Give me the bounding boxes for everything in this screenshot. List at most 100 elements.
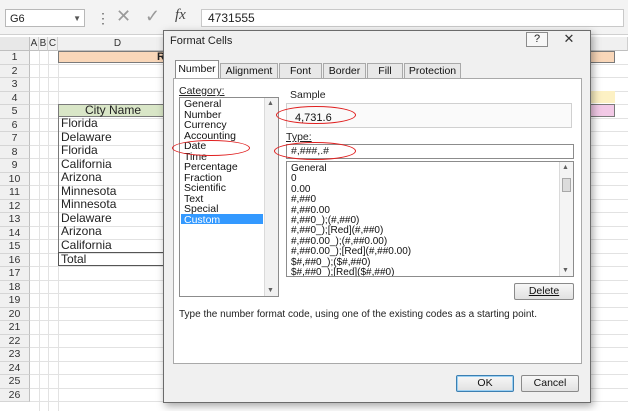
row-header[interactable]: 7 — [0, 132, 30, 146]
row-header[interactable]: 1 — [0, 51, 30, 65]
name-box[interactable]: G6 ▼ — [5, 9, 85, 27]
row-header[interactable]: 13 — [0, 213, 30, 227]
city-cell[interactable]: California — [58, 157, 168, 171]
tab-font[interactable]: Font — [279, 63, 322, 78]
insert-function-icon[interactable]: fx — [175, 7, 186, 24]
format-code-item[interactable]: General — [291, 163, 327, 174]
row-header[interactable]: 14 — [0, 226, 30, 240]
help-button[interactable]: ? — [526, 32, 548, 47]
format-cells-dialog: Format Cells ? ✕ Number Alignment Font B… — [163, 30, 591, 403]
row-header[interactable]: 9 — [0, 159, 30, 173]
city-cell[interactable]: Minnesota — [58, 184, 168, 198]
format-code-item[interactable]: #,##0.00 — [291, 205, 330, 216]
sample-label: Sample — [290, 89, 326, 101]
row-header[interactable]: 3 — [0, 78, 30, 92]
format-code-list[interactable]: General 0 0.00 #,##0 #,##0.00 #,##0_);(#,##0)… — [286, 161, 574, 277]
more-options-icon[interactable]: ⋮ — [96, 10, 110, 27]
cancel-button[interactable]: Cancel — [521, 375, 579, 392]
category-item[interactable]: Currency — [184, 120, 227, 131]
category-item[interactable]: Percentage — [184, 162, 238, 173]
format-code-item[interactable]: $#,##0_);($#,##0) — [291, 257, 371, 268]
category-item[interactable]: Custom — [184, 214, 220, 225]
row-header[interactable]: 23 — [0, 348, 30, 362]
row-header[interactable]: 19 — [0, 294, 30, 308]
format-hint: Type the number format code, using one o… — [179, 309, 537, 320]
scroll-thumb[interactable] — [562, 178, 571, 192]
city-cell[interactable]: Florida — [58, 117, 168, 131]
column-header-c[interactable]: C — [48, 37, 58, 51]
category-item[interactable]: General — [184, 99, 221, 110]
tab-protection[interactable]: Protection — [404, 63, 461, 78]
row-header[interactable]: 12 — [0, 199, 30, 213]
row-header[interactable]: 4 — [0, 91, 30, 105]
city-cell[interactable]: Minnesota — [58, 198, 168, 212]
annotation-ellipse-custom — [172, 140, 250, 156]
scroll-up-icon[interactable]: ▲ — [562, 164, 569, 171]
category-list[interactable]: General Number Currency Accounting Date Time P… — [179, 97, 279, 297]
row-header[interactable]: 22 — [0, 334, 30, 348]
row-header[interactable]: 17 — [0, 267, 30, 281]
grid-line — [39, 51, 40, 411]
row-header[interactable]: 21 — [0, 321, 30, 335]
row-header[interactable]: 8 — [0, 145, 30, 159]
name-box-value: G6 — [10, 13, 25, 25]
format-code-item[interactable]: 0 — [291, 173, 297, 184]
city-cell[interactable]: Florida — [58, 144, 168, 158]
annotation-ellipse-type — [274, 142, 356, 160]
row-header[interactable]: 24 — [0, 361, 30, 375]
category-item[interactable]: Scientific — [184, 183, 226, 194]
format-code-item[interactable]: 0.00 — [291, 184, 310, 195]
format-code-item[interactable]: #,##0.00_);[Red](#,##0.00) — [291, 246, 411, 257]
category-label: Category: — [179, 85, 225, 97]
column-header-b[interactable]: B — [39, 37, 48, 51]
tab-number[interactable]: Number — [175, 60, 219, 79]
scroll-down-icon[interactable]: ▼ — [267, 287, 274, 294]
city-cell[interactable]: Arizona — [58, 225, 168, 239]
chevron-down-icon[interactable]: ▼ — [73, 10, 81, 28]
row-header[interactable]: 26 — [0, 388, 30, 402]
close-button[interactable]: ✕ — [557, 32, 581, 47]
city-cell[interactable]: Delaware — [58, 130, 168, 144]
row-header[interactable]: 10 — [0, 172, 30, 186]
tab-border[interactable]: Border — [323, 63, 366, 78]
format-code-item[interactable]: #,##0 — [291, 194, 316, 205]
row-header[interactable]: 16 — [0, 253, 30, 267]
format-list-scrollbar[interactable]: ▲ ▼ — [559, 162, 573, 276]
dialog-title: Format Cells — [170, 35, 233, 47]
select-all-corner[interactable] — [0, 37, 30, 51]
row-header[interactable]: 25 — [0, 375, 30, 389]
report-title-cell[interactable]: R — [58, 51, 168, 63]
format-code-item[interactable]: #,##0_);[Red](#,##0) — [291, 225, 383, 236]
confirm-entry-icon[interactable]: ✓ — [145, 6, 160, 27]
column-header-d[interactable]: D — [58, 37, 178, 51]
category-scrollbar[interactable]: ▲ ▼ — [264, 98, 278, 296]
ok-button[interactable]: OK — [456, 375, 514, 392]
formula-input[interactable]: 4731555 — [201, 9, 624, 27]
format-code-item[interactable]: $#,##0_);[Red]($#,##0) — [291, 267, 394, 276]
grid-line — [48, 51, 49, 411]
city-cell[interactable]: Delaware — [58, 211, 168, 225]
format-code-item[interactable]: #,##0.00_);(#,##0.00) — [291, 236, 387, 247]
title-cell-edge — [590, 51, 615, 63]
delete-button[interactable]: Delete — [514, 283, 574, 300]
row-header[interactable]: 2 — [0, 64, 30, 78]
row-header[interactable]: 20 — [0, 307, 30, 321]
city-cell[interactable]: Arizona — [58, 171, 168, 185]
tab-fill[interactable]: Fill — [367, 63, 403, 78]
row-header[interactable]: 6 — [0, 118, 30, 132]
row-header[interactable]: 5 — [0, 105, 30, 119]
category-item[interactable]: Special — [184, 204, 218, 215]
city-cell[interactable]: California — [58, 238, 168, 252]
format-code-item[interactable]: #,##0_);(#,##0) — [291, 215, 359, 226]
row-header[interactable]: 18 — [0, 280, 30, 294]
scroll-up-icon[interactable]: ▲ — [267, 100, 274, 107]
scroll-down-icon[interactable]: ▼ — [562, 267, 569, 274]
highlight-cell-edge — [590, 91, 615, 103]
row-header[interactable]: 11 — [0, 186, 30, 200]
total-cell[interactable]: Total — [58, 252, 168, 266]
tab-alignment[interactable]: Alignment — [220, 63, 278, 78]
cancel-entry-icon[interactable]: ✕ — [116, 6, 131, 27]
row-header[interactable]: 15 — [0, 240, 30, 254]
delete-button-label: Delete — [528, 285, 560, 297]
column-header-a[interactable]: A — [30, 37, 39, 51]
